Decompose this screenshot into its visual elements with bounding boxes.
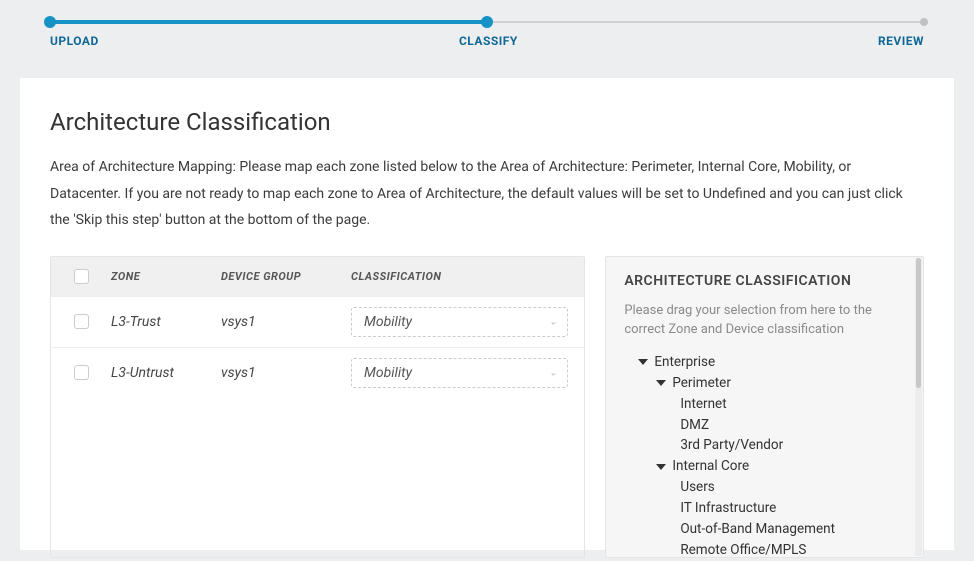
track-fill [50,20,487,24]
tree-leaf-remote-office[interactable]: Remote Office/MPLS [624,540,905,561]
tree-node-internal-core[interactable]: Internal Core [624,456,905,477]
dropdown-value: Mobility [364,365,412,381]
tree-label: Enterprise [654,352,715,373]
tree-node-enterprise[interactable]: Enterprise [624,352,905,373]
classification-dropdown[interactable]: Mobility ⌄ [351,307,568,337]
table-header-row: ZONE DEVICE GROUP CLASSIFICATION [51,257,584,296]
select-all-checkbox[interactable] [74,269,89,284]
tree-leaf-3rd-party[interactable]: 3rd Party/Vendor [624,435,905,456]
th-zone: ZONE [111,270,221,283]
tree-label: Internal Core [672,456,749,477]
page-description: Area of Architecture Mapping: Please map… [50,154,924,234]
content-row: ZONE DEVICE GROUP CLASSIFICATION L3-Trus… [50,256,924,558]
table-row: L3-Untrust vsys1 Mobility ⌄ [51,347,584,398]
step-label-review[interactable]: REVIEW [878,34,924,48]
dropdown-value: Mobility [364,314,412,330]
stepper: UPLOAD CLASSIFY REVIEW [0,0,974,58]
main-card: Architecture Classification Area of Arch… [20,78,954,550]
classification-dropdown[interactable]: Mobility ⌄ [351,358,568,388]
cell-zone: L3-Untrust [111,365,221,381]
chevron-down-icon: ⌄ [549,367,557,378]
page-title: Architecture Classification [50,108,924,136]
tree-leaf-internet[interactable]: Internet [624,394,905,415]
panel-hint: Please drag your selection from here to … [624,301,905,340]
step-dot-upload[interactable] [44,16,56,28]
tree-leaf-users[interactable]: Users [624,477,905,498]
tree-node-perimeter[interactable]: Perimeter [624,373,905,394]
caret-down-icon [656,380,666,386]
tree-leaf-dmz[interactable]: DMZ [624,415,905,436]
cell-device-group: vsys1 [221,365,351,381]
tree-label: Perimeter [672,373,731,394]
step-label-upload[interactable]: UPLOAD [50,34,99,48]
caret-down-icon [656,464,666,470]
step-label-classify[interactable]: CLASSIFY [99,34,878,48]
tree-leaf-it-infra[interactable]: IT Infrastructure [624,498,905,519]
scrollbar[interactable] [915,258,922,556]
tree-leaf-oob-mgmt[interactable]: Out-of-Band Management [624,519,905,540]
panel-title: ARCHITECTURE CLASSIFICATION [624,273,905,289]
chevron-down-icon: ⌄ [549,316,557,327]
row-checkbox[interactable] [74,314,89,329]
cell-zone: L3-Trust [111,314,221,330]
row-checkbox[interactable] [74,365,89,380]
table-row: L3-Trust vsys1 Mobility ⌄ [51,296,584,347]
stepper-labels: UPLOAD CLASSIFY REVIEW [50,34,924,48]
zone-table: ZONE DEVICE GROUP CLASSIFICATION L3-Trus… [50,256,585,558]
caret-down-icon [638,359,648,365]
th-classification: CLASSIFICATION [351,270,584,283]
th-device-group: DEVICE GROUP [221,270,351,283]
classification-panel: ARCHITECTURE CLASSIFICATION Please drag … [605,256,924,558]
classification-tree: Enterprise Perimeter Internet DMZ 3rd Pa… [624,352,905,561]
step-dot-review[interactable] [920,18,928,26]
step-dot-classify[interactable] [481,16,493,28]
cell-device-group: vsys1 [221,314,351,330]
stepper-track [50,20,924,24]
